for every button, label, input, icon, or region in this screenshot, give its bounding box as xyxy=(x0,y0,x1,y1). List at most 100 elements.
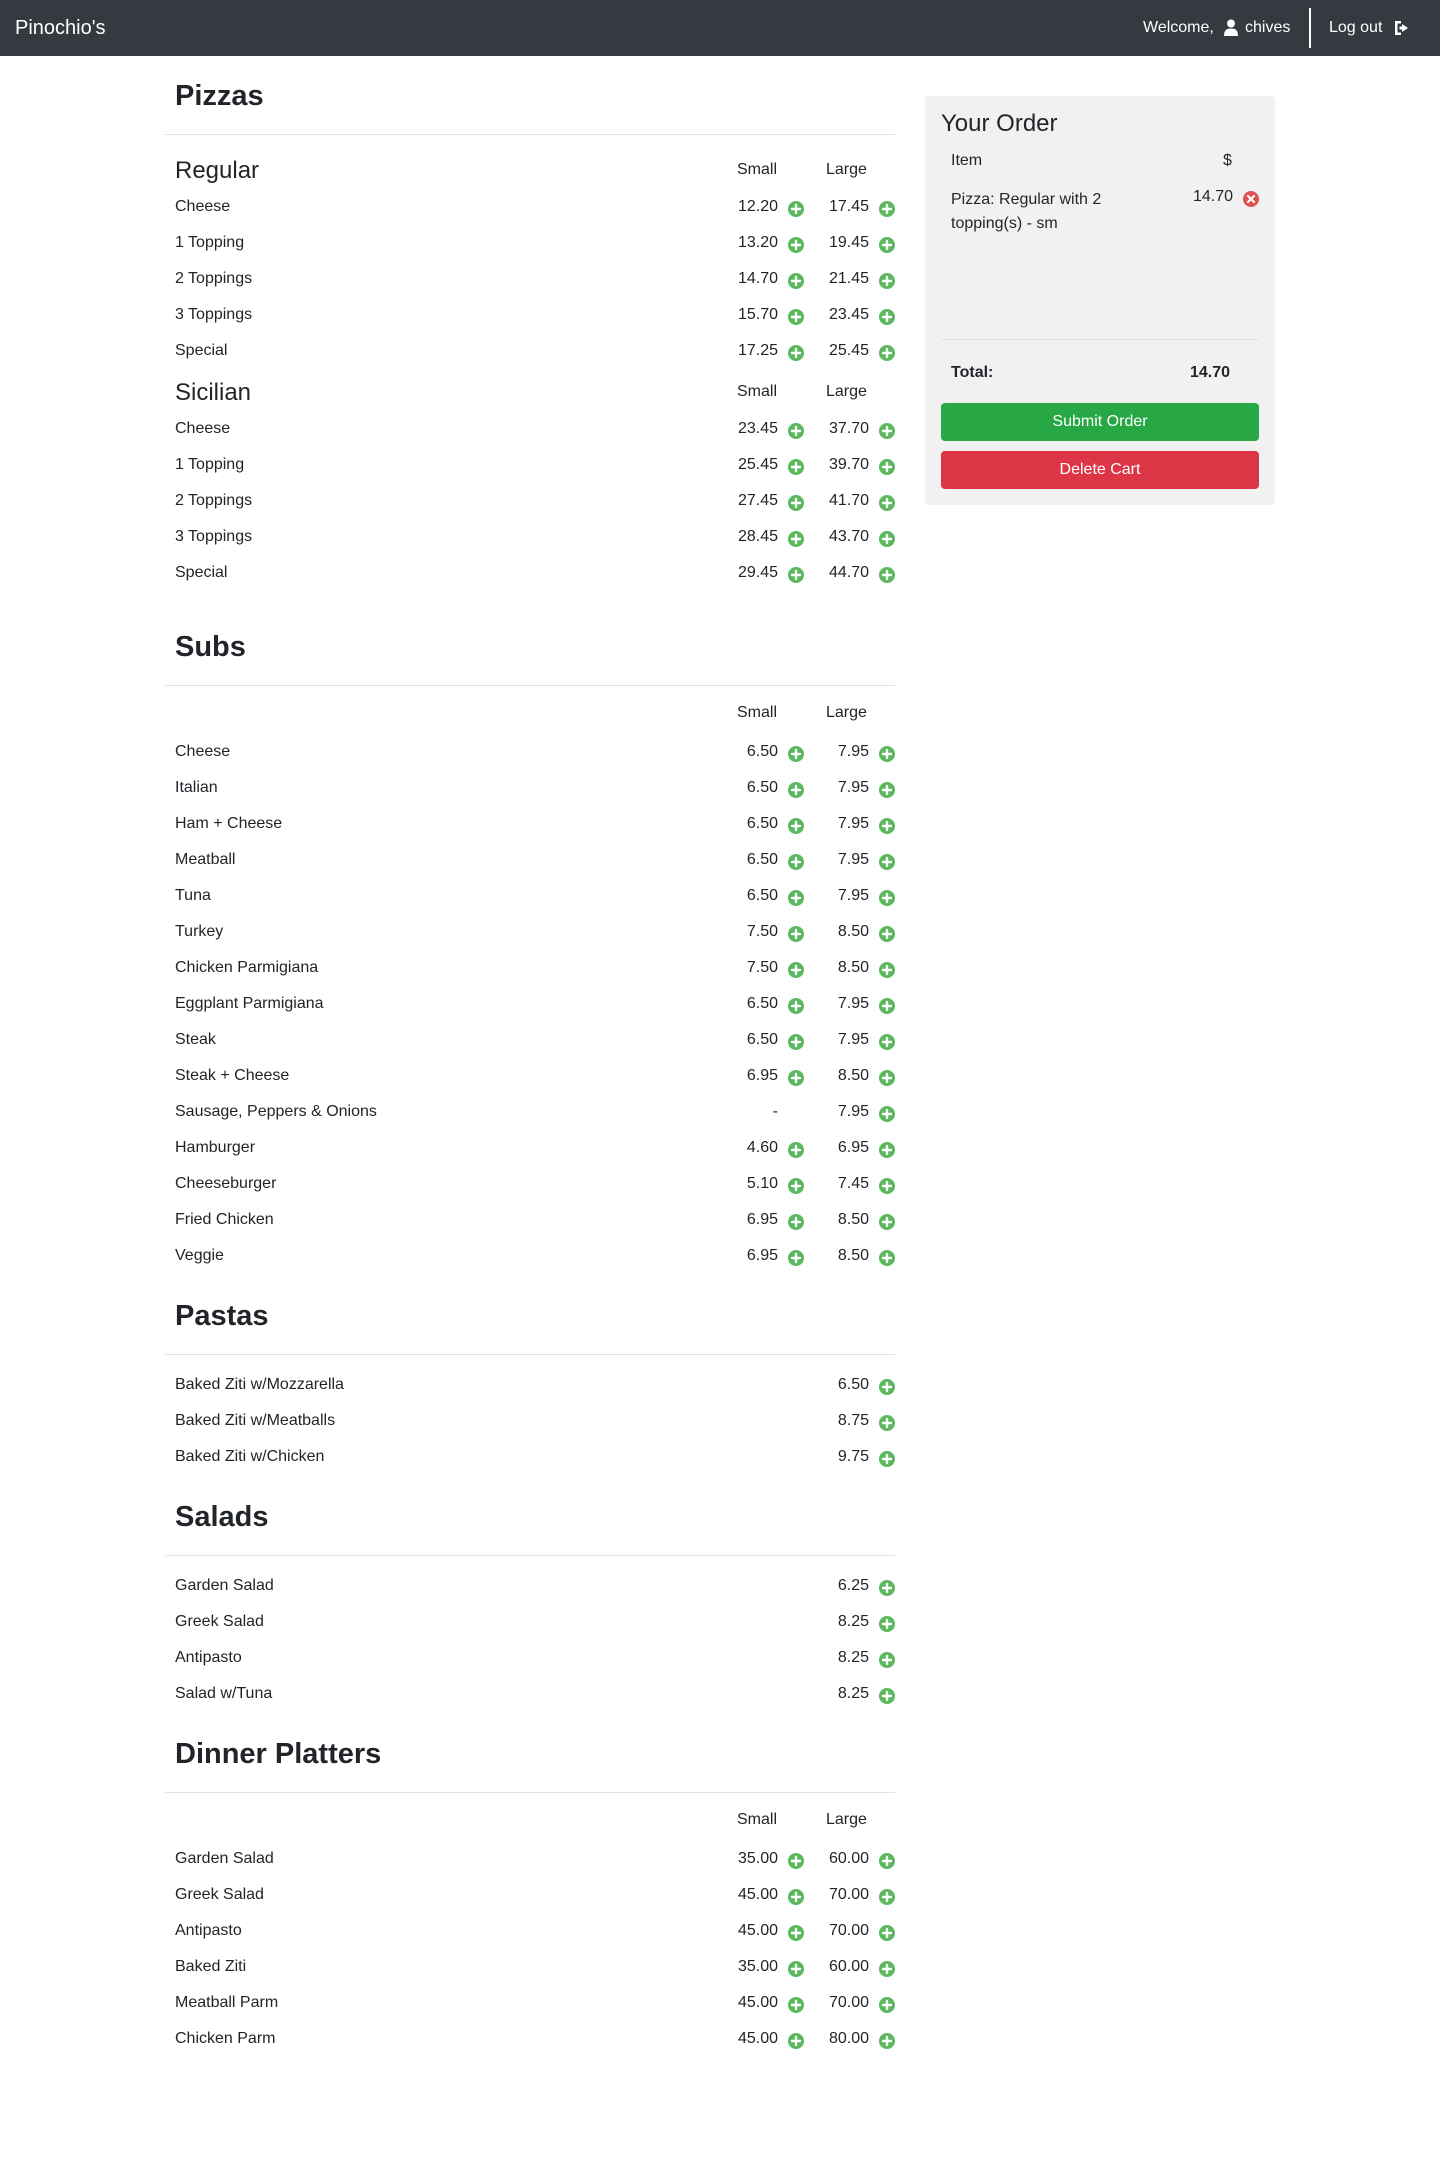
price-small: 6.50 xyxy=(746,851,778,868)
price-small: 6.95 xyxy=(746,1211,778,1228)
item-name: Turkey xyxy=(175,923,224,940)
add-large-icon[interactable] xyxy=(879,309,895,325)
add-large-icon[interactable] xyxy=(879,1580,895,1596)
add-large-icon[interactable] xyxy=(879,1214,895,1230)
column-header-small: Small xyxy=(737,161,778,178)
subs-list: Cheese 6.50 7.95 Italian 6.50 7.95 Ham + Chees… xyxy=(165,736,895,1276)
item-name: Baked Ziti w/Meatballs xyxy=(175,1412,336,1429)
add-large-icon[interactable] xyxy=(879,1142,895,1158)
add-large-icon[interactable] xyxy=(879,1925,895,1941)
add-large-icon[interactable] xyxy=(879,1106,895,1122)
menu-item-row: Cheeseburger 5.10 7.45 xyxy=(165,1168,895,1204)
add-large-icon[interactable] xyxy=(879,1250,895,1266)
total-value: 14.70 xyxy=(1190,364,1231,381)
price-large: 7.95 xyxy=(837,1031,869,1048)
add-large-icon[interactable] xyxy=(879,1652,895,1668)
column-header-large: Large xyxy=(826,383,867,400)
add-large-icon[interactable] xyxy=(879,201,895,217)
section-pizzas: Pizzas Regular Small Large Cheese 12.20 17… xyxy=(165,56,895,593)
username: chives xyxy=(1245,19,1291,36)
menu-item-row: Meatball Parm 45.00 70.00 xyxy=(165,1987,895,2023)
add-large-icon[interactable] xyxy=(879,1688,895,1704)
price-small: 6.95 xyxy=(746,1247,778,1264)
menu-item-row: Baked Ziti w/Mozzarella 6.50 xyxy=(165,1369,895,1405)
price-large: 8.50 xyxy=(837,1247,869,1264)
add-large-icon[interactable] xyxy=(879,1961,895,1977)
item-name: Eggplant Parmigiana xyxy=(175,995,324,1012)
item-name: Cheese xyxy=(175,743,231,760)
menu-item-row: Meatball 6.50 7.95 xyxy=(165,844,895,880)
logout-link[interactable]: Log out xyxy=(1329,0,1382,56)
add-large-icon[interactable] xyxy=(879,237,895,253)
price-large: 17.45 xyxy=(828,198,869,215)
section-title: Subs xyxy=(175,631,246,663)
add-large-icon[interactable] xyxy=(879,1853,895,1869)
add-large-icon[interactable] xyxy=(879,531,895,547)
add-large-icon[interactable] xyxy=(879,962,895,978)
user-icon xyxy=(1224,19,1238,36)
add-large-icon[interactable] xyxy=(879,459,895,475)
brand-logo[interactable]: Pinochio's xyxy=(15,0,106,56)
price-small: 6.50 xyxy=(746,779,778,796)
remove-item-icon[interactable] xyxy=(1243,191,1259,207)
add-large-icon[interactable] xyxy=(879,926,895,942)
add-large-icon[interactable] xyxy=(879,423,895,439)
item-name: Meatball xyxy=(175,851,236,868)
add-large-icon[interactable] xyxy=(879,1451,895,1467)
order-column-item: Item xyxy=(951,152,983,169)
add-large-icon[interactable] xyxy=(879,495,895,511)
add-large-icon[interactable] xyxy=(879,782,895,798)
menu-item-row: 1 Topping 25.45 39.70 xyxy=(165,449,895,485)
price-small: 45.00 xyxy=(737,1994,778,2011)
price-large: 41.70 xyxy=(828,492,869,509)
total-label: Total: xyxy=(951,364,994,381)
add-large-icon[interactable] xyxy=(879,345,895,361)
logout-icon[interactable] xyxy=(1393,20,1411,36)
add-large-icon[interactable] xyxy=(879,2033,895,2049)
add-large-icon[interactable] xyxy=(879,1997,895,2013)
pastas-list: Baked Ziti w/Mozzarella 6.50 Baked Ziti w/… xyxy=(165,1369,895,1477)
column-header-small: Small xyxy=(737,383,778,400)
item-name: Chicken Parm xyxy=(175,2030,276,2047)
add-large-icon[interactable] xyxy=(879,273,895,289)
add-large-icon[interactable] xyxy=(879,746,895,762)
add-large-icon[interactable] xyxy=(879,1889,895,1905)
add-large-icon[interactable] xyxy=(879,1379,895,1395)
add-large-icon[interactable] xyxy=(879,998,895,1014)
divider xyxy=(165,1792,895,1793)
add-large-icon[interactable] xyxy=(879,818,895,834)
add-large-icon[interactable] xyxy=(879,1070,895,1086)
price-small: 6.50 xyxy=(746,743,778,760)
menu-item-row: Greek Salad 8.25 xyxy=(165,1606,895,1642)
item-name: Steak + Cheese xyxy=(175,1067,290,1084)
price: 6.50 xyxy=(837,1376,869,1393)
section-pastas: Pastas Baked Ziti w/Mozzarella 6.50 Baked … xyxy=(165,1276,895,1477)
item-name: Greek Salad xyxy=(175,1886,264,1903)
add-large-icon[interactable] xyxy=(879,890,895,906)
price-small: 5.10 xyxy=(746,1175,778,1192)
add-large-icon[interactable] xyxy=(879,567,895,583)
add-large-icon[interactable] xyxy=(879,854,895,870)
price-small: - xyxy=(772,1103,778,1120)
item-name: 1 Topping xyxy=(175,456,245,473)
menu-item-row: Antipasto 8.25 xyxy=(165,1642,895,1678)
delete-cart-button[interactable]: Delete Cart xyxy=(941,451,1259,489)
add-large-icon[interactable] xyxy=(879,1034,895,1050)
price-small: 28.45 xyxy=(737,528,778,545)
add-large-icon[interactable] xyxy=(879,1616,895,1632)
menu-item-row: Baked Ziti w/Meatballs 8.75 xyxy=(165,1405,895,1441)
add-large-icon[interactable] xyxy=(879,1415,895,1431)
submit-order-button[interactable]: Submit Order xyxy=(941,403,1259,441)
price-large: 25.45 xyxy=(828,342,869,359)
price-small: 15.70 xyxy=(737,306,778,323)
price-small: 45.00 xyxy=(737,1886,778,1903)
menu-item-row: Veggie 6.95 8.50 xyxy=(165,1240,895,1276)
add-large-icon[interactable] xyxy=(879,1178,895,1194)
item-name: Special xyxy=(175,564,228,581)
price-small: 6.50 xyxy=(746,887,778,904)
column-header-large: Large xyxy=(826,161,867,178)
section-title: Pizzas xyxy=(175,80,264,112)
price-large: 60.00 xyxy=(828,1850,869,1867)
menu-item-row: Tuna 6.50 7.95 xyxy=(165,880,895,916)
price-large: 60.00 xyxy=(828,1958,869,1975)
